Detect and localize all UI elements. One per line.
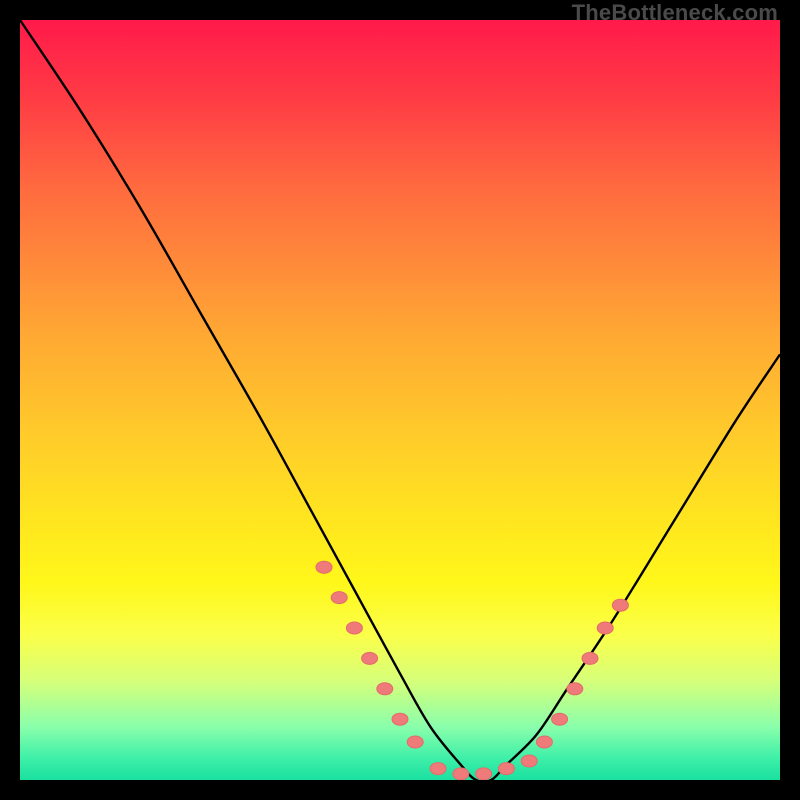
gradient-plot-area xyxy=(20,20,780,780)
curve-marker xyxy=(331,592,347,604)
bottleneck-curve xyxy=(20,20,780,780)
curve-marker xyxy=(377,683,393,695)
curve-marker xyxy=(392,713,408,725)
curve-marker xyxy=(597,622,613,634)
curve-marker xyxy=(362,652,378,664)
curve-marker xyxy=(316,561,332,573)
curve-marker xyxy=(567,683,583,695)
curve-marker xyxy=(430,763,446,775)
marker-group-left xyxy=(316,561,423,748)
curve-marker xyxy=(536,736,552,748)
outer-frame: TheBottleneck.com xyxy=(0,0,800,800)
curve-marker xyxy=(407,736,423,748)
curve-marker xyxy=(453,768,469,780)
marker-group-valley xyxy=(430,755,537,780)
curve-marker xyxy=(521,755,537,767)
curve-svg xyxy=(20,20,780,780)
curve-marker xyxy=(552,713,568,725)
curve-marker xyxy=(476,768,492,780)
curve-marker xyxy=(582,652,598,664)
curve-marker xyxy=(346,622,362,634)
marker-group-right xyxy=(536,599,628,748)
curve-marker xyxy=(612,599,628,611)
curve-marker xyxy=(498,763,514,775)
